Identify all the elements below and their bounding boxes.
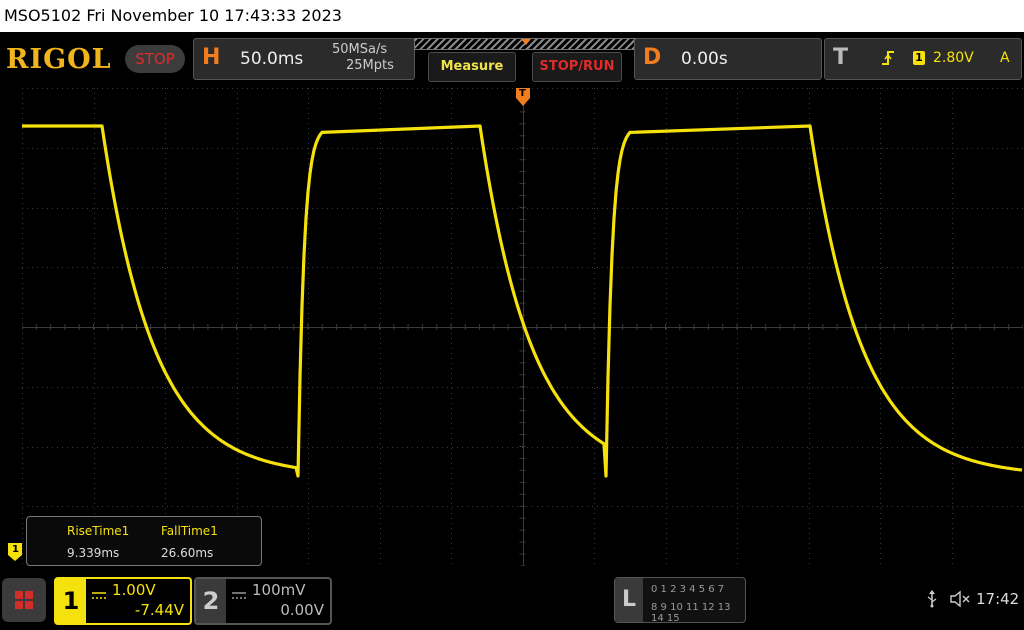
measurement-panel[interactable]: RiseTime1 9.339ms FallTime1 26.60ms xyxy=(26,516,262,566)
app-menu-icon xyxy=(15,591,33,609)
dc-coupling-icon xyxy=(232,585,246,604)
logic-letter: L xyxy=(615,578,643,622)
ground-marker-label: 1 xyxy=(12,544,19,555)
speaker-muted-icon[interactable] xyxy=(950,590,972,612)
stop-run-button[interactable]: STOP/RUN xyxy=(532,52,622,82)
measurement-value: 9.339ms xyxy=(67,546,120,560)
logic-channels-row1: 0 1 2 3 4 5 6 7 xyxy=(651,584,725,595)
channel1-settings[interactable]: 1 1.00V -7.44V xyxy=(54,577,192,625)
measurement-value: 26.60ms xyxy=(161,546,214,560)
channel1-offset: -7.44V xyxy=(134,601,184,619)
channel1-number: 1 xyxy=(56,579,86,623)
app-menu-button[interactable] xyxy=(2,578,46,622)
channel2-number: 2 xyxy=(196,579,226,623)
trigger-source-badge: 1 xyxy=(913,51,925,65)
waveform-overview[interactable] xyxy=(414,38,636,50)
delay-value: 0.00s xyxy=(681,49,728,69)
timebase-value: 50.0ms xyxy=(240,49,304,69)
channel1-scale: 1.00V xyxy=(112,581,156,599)
measurement-label: RiseTime1 xyxy=(67,524,130,538)
horizontal-letter: H xyxy=(202,45,221,70)
channel2-scale: 100mV xyxy=(252,581,306,599)
window-title: MSO5102 Fri November 10 17:43:33 2023 xyxy=(4,6,342,25)
run-status-badge[interactable]: STOP xyxy=(125,45,185,73)
horizontal-panel[interactable]: H 50.0ms 50MSa/s 25Mpts xyxy=(193,38,415,80)
waveform-display[interactable] xyxy=(22,88,1023,566)
delay-letter: D xyxy=(643,45,662,70)
trigger-position-marker[interactable]: T xyxy=(516,88,530,108)
usb-icon xyxy=(926,590,938,612)
channel2-settings[interactable]: 2 100mV 0.00V xyxy=(194,577,332,625)
logic-channels-row2: 8 9 10 11 12 13 14 15 xyxy=(651,602,731,624)
delay-panel[interactable]: D 0.00s xyxy=(634,38,822,80)
sample-rate: 50MSa/s xyxy=(332,42,388,57)
system-clock: 17:42 xyxy=(976,590,1020,608)
channel2-offset: 0.00V xyxy=(280,601,324,619)
trigger-mode: A xyxy=(1000,50,1010,66)
dc-coupling-icon xyxy=(92,585,106,604)
trigger-level: 2.80V xyxy=(933,50,974,66)
measurement-label: FallTime1 xyxy=(161,524,218,538)
trigger-panel[interactable]: T 1 2.80V A xyxy=(824,38,1022,80)
trigger-letter: T xyxy=(833,45,849,70)
overview-trigger-marker xyxy=(521,39,531,45)
measure-button[interactable]: Measure xyxy=(428,52,516,82)
rising-edge-icon xyxy=(881,50,895,70)
channel1-ground-marker[interactable]: 1 xyxy=(8,543,22,561)
brand-logo: RIGOL xyxy=(6,44,112,75)
title-bar: MSO5102 Fri November 10 17:43:33 2023 xyxy=(0,0,1024,32)
trigger-marker-label: T xyxy=(519,88,526,99)
memory-depth: 25Mpts xyxy=(346,58,394,73)
logic-channels-panel[interactable]: L 0 1 2 3 4 5 6 7 8 9 10 11 12 13 14 15 xyxy=(614,577,746,624)
